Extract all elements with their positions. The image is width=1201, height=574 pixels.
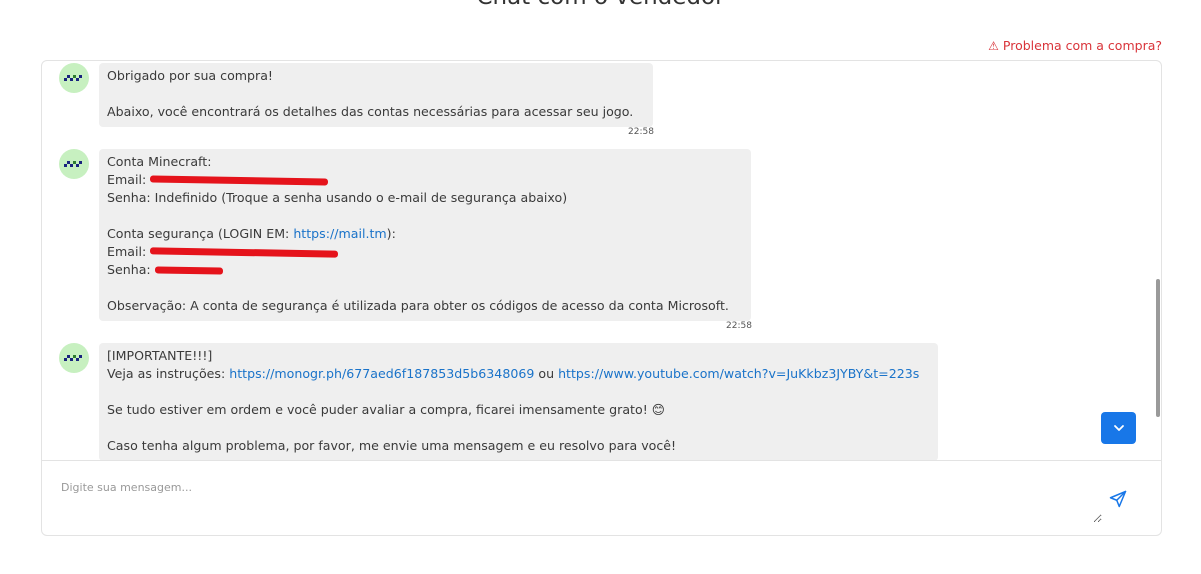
security-account-line: Conta segurança (LOGIN EM: https://mail.… [107,225,743,243]
message-line: Senha: Indefinido (Troque a senha usando… [107,190,568,205]
seller-logo-icon [64,355,82,361]
password-label: Senha: [107,262,151,277]
chat-message: Obrigado por sua compra! Abaixo, você en… [59,63,653,127]
problem-with-purchase-link[interactable]: ⚠ Problema com a compra? [988,38,1162,53]
chat-message: [IMPORTANTE!!!] Veja as instruções: http… [59,343,938,460]
instructions-line: Veja as instruções: https://monogr.ph/67… [107,365,930,383]
message-line [107,207,743,225]
warning-icon: ⚠ [988,38,999,53]
security-prefix: Conta segurança (LOGIN EM: [107,226,294,241]
message-line: Obrigado por sua compra! [107,68,273,83]
message-timestamp: 22:58 [726,321,752,331]
message-bubble: [IMPORTANTE!!!] Veja as instruções: http… [99,343,938,460]
email-line: Email: [107,243,743,261]
message-line: Caso tenha algum problema, por favor, me… [107,438,677,453]
link-separator: ou [534,366,559,381]
message-line: [IMPORTANTE!!!] [107,348,213,363]
message-line [107,85,645,103]
scrollbar-thumb[interactable] [1156,279,1160,417]
seller-avatar [59,63,89,93]
youtube-link[interactable]: https://www.youtube.com/watch?v=JuKkbz3J… [558,366,919,381]
email-line: Email: [107,171,743,189]
redacted-email [150,247,339,258]
seller-avatar [59,149,89,179]
problem-link-label: Problema com a compra? [1002,38,1162,53]
page-title: Chat com o vendedor [0,0,1201,12]
message-bubble: Conta Minecraft: Email: Senha: Indefinid… [99,149,751,321]
monogr-link[interactable]: https://monogr.ph/677aed6f187853d5b63480… [229,366,534,381]
send-icon [1109,490,1127,508]
mail-tm-link[interactable]: https://mail.tm [293,226,386,241]
instructions-prefix: Veja as instruções: [107,366,230,381]
seller-logo-icon [64,75,82,81]
message-line [107,419,930,437]
password-line: Senha: [107,261,743,279]
message-line [107,279,743,297]
redacted-password [154,266,223,275]
email-label: Email: [107,244,147,259]
message-input[interactable] [52,473,1102,523]
email-label: Email: [107,172,147,187]
send-button[interactable] [1107,489,1129,511]
message-list[interactable]: Obrigado por sua compra! Abaixo, você en… [42,61,1161,460]
redacted-email [150,175,329,186]
message-timestamp: 22:58 [628,127,654,137]
chevron-down-icon [1113,425,1124,431]
scroll-to-bottom-button[interactable] [1101,412,1136,444]
message-line: Se tudo estiver em ordem e você puder av… [107,402,665,417]
seller-avatar [59,343,89,373]
message-line: Observação: A conta de segurança é utili… [107,298,729,313]
message-line [107,383,930,401]
chat-message: Conta Minecraft: Email: Senha: Indefinid… [59,149,751,321]
chat-box: Obrigado por sua compra! Abaixo, você en… [41,60,1162,536]
message-line: Abaixo, você encontrará os detalhes das … [107,104,634,119]
message-composer [42,460,1161,535]
security-suffix: ): [386,226,396,241]
message-bubble: Obrigado por sua compra! Abaixo, você en… [99,63,653,127]
message-line: Conta Minecraft: [107,154,212,169]
seller-logo-icon [64,161,82,167]
